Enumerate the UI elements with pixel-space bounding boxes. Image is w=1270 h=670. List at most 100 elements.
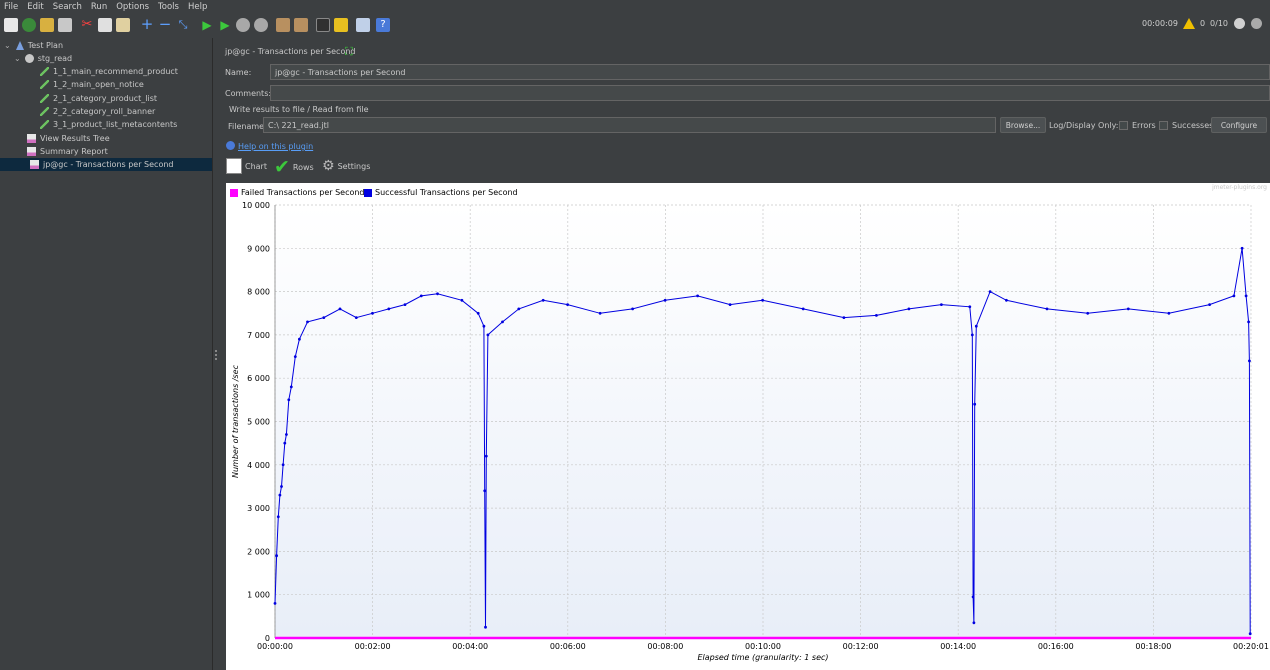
test-plan-tree: ⌄ Test Plan ⌄ stg_read 1_1_main_recommen…: [0, 38, 213, 670]
data-point: [875, 314, 878, 317]
data-point: [970, 333, 974, 337]
y-tick-label: 9 000: [247, 244, 270, 253]
data-point: [1232, 294, 1236, 298]
menu-run[interactable]: Run: [91, 2, 107, 12]
reset-search-icon[interactable]: [334, 18, 348, 32]
plot-svg: 01 0002 0003 0004 0005 0006 0007 0008 00…: [231, 201, 1269, 662]
data-point: [1126, 307, 1130, 311]
x-tick-label: 00:12:00: [843, 642, 879, 651]
menu-edit[interactable]: Edit: [27, 2, 43, 12]
clear-all-icon[interactable]: [294, 18, 308, 32]
shutdown-icon[interactable]: [254, 18, 268, 32]
data-point: [371, 311, 374, 315]
collapse-icon[interactable]: −: [158, 17, 172, 32]
filename-field[interactable]: C:\ 221_read.jtl: [263, 117, 996, 133]
menu-file[interactable]: File: [4, 2, 18, 12]
tps-chart: Failed Transactions per Second Successfu…: [226, 183, 1270, 670]
clear-icon[interactable]: [276, 18, 290, 32]
tree-item-view-results-tree[interactable]: View Results Tree: [27, 132, 110, 145]
info-icon: [226, 141, 235, 150]
tree-item-summary-report[interactable]: Summary Report: [27, 145, 108, 158]
tab-settings[interactable]: ⚙ Settings: [322, 158, 370, 174]
tree-item-sampler-3[interactable]: 2_1_category_product_list: [40, 92, 157, 105]
tree-item-sampler-5[interactable]: 3_1_product_list_metacontents: [40, 118, 177, 131]
start-no-pauses-icon[interactable]: ▶: [218, 18, 232, 32]
data-point: [1167, 311, 1171, 315]
file-section-title: Write results to file / Read from file: [229, 105, 369, 114]
search-binoculars-icon[interactable]: [316, 18, 330, 32]
copy-icon[interactable]: [98, 18, 112, 32]
successes-checkbox[interactable]: [1159, 121, 1168, 130]
menu-help[interactable]: Help: [188, 2, 207, 12]
data-point: [486, 333, 490, 337]
help-icon[interactable]: ?: [376, 18, 390, 32]
thread-group-gear-icon: [24, 54, 34, 63]
errors-checkbox[interactable]: [1119, 121, 1128, 130]
stop-icon[interactable]: [236, 18, 250, 32]
tree-item-sampler-1[interactable]: 1_1_main_recommend_product: [40, 65, 178, 78]
errors-label: Errors: [1132, 121, 1156, 130]
y-tick-label: 4 000: [247, 461, 270, 470]
tree-item-sampler-2[interactable]: 1_2_main_open_notice: [40, 78, 144, 91]
data-point: [501, 320, 504, 324]
x-tick-label: 00:20:01: [1233, 642, 1269, 651]
expand-chevron-icon[interactable]: ⌄: [14, 54, 21, 63]
new-icon[interactable]: [4, 18, 18, 32]
paste-icon[interactable]: [116, 18, 130, 32]
status-area: 00:00:09 0 0/10: [1137, 18, 1262, 29]
function-helper-icon[interactable]: [356, 18, 370, 32]
y-tick-label: 3 000: [247, 504, 270, 513]
tree-item-stg-read[interactable]: ⌄ stg_read: [14, 52, 72, 65]
splitter-grip-icon[interactable]: [215, 350, 220, 360]
expand-chevron-icon[interactable]: ⌄: [4, 41, 11, 50]
data-point: [280, 485, 283, 488]
data-point: [974, 324, 978, 328]
expand-icon[interactable]: +: [140, 17, 154, 32]
y-tick-label: 10 000: [242, 201, 270, 210]
data-point: [278, 493, 282, 497]
menu-options[interactable]: Options: [116, 2, 149, 12]
data-point: [275, 554, 278, 558]
name-field[interactable]: jp@gc - Transactions per Second: [270, 64, 1270, 80]
data-point: [1247, 320, 1250, 324]
cut-icon[interactable]: ✂: [80, 18, 94, 32]
templates-icon[interactable]: [22, 18, 36, 32]
toggle-icon[interactable]: ⤡: [176, 18, 190, 32]
expand-arrows-icon[interactable]: ⛶: [345, 45, 353, 59]
data-point: [1248, 359, 1251, 363]
data-point: [1244, 294, 1248, 298]
test-plan-icon: [15, 41, 24, 50]
warning-count: 0: [1199, 19, 1206, 28]
data-point: [1208, 303, 1211, 306]
warning-icon[interactable]: [1182, 18, 1195, 29]
log-display-label: Log/Display Only:: [1049, 121, 1119, 130]
save-icon[interactable]: [58, 18, 72, 32]
x-tick-label: 00:00:00: [257, 642, 293, 651]
menu-tools[interactable]: Tools: [158, 2, 179, 12]
tab-rows[interactable]: ✔ Rows: [274, 156, 314, 178]
tree-item-test-plan[interactable]: ⌄ Test Plan: [4, 39, 63, 52]
chart-icon: [226, 158, 242, 174]
data-point: [285, 433, 288, 436]
tab-chart[interactable]: Chart: [226, 158, 267, 174]
checkmark-icon: ✔: [274, 156, 290, 178]
tree-item-sampler-4[interactable]: 2_2_category_roll_banner: [40, 105, 155, 118]
comments-field[interactable]: [270, 85, 1270, 101]
x-tick-label: 00:18:00: [1135, 642, 1171, 651]
configure-button[interactable]: Configure: [1211, 117, 1267, 133]
data-point: [306, 320, 309, 324]
tree-item-transactions-per-second[interactable]: jp@gc - Transactions per Second: [0, 158, 212, 171]
sampler-pencil-icon: [40, 94, 49, 103]
data-point: [273, 602, 277, 605]
help-link[interactable]: Help on this plugin: [238, 142, 313, 151]
x-tick-label: 00:08:00: [647, 642, 683, 651]
data-point: [483, 489, 487, 493]
open-icon[interactable]: [40, 18, 54, 32]
data-point: [1240, 246, 1244, 250]
menu-search[interactable]: Search: [53, 2, 82, 12]
remote-icon[interactable]: [1234, 18, 1245, 29]
listener-chart-icon: [30, 160, 39, 169]
y-tick-label: 6 000: [247, 374, 270, 383]
start-icon[interactable]: ▶: [200, 18, 214, 32]
browse-button[interactable]: Browse...: [1000, 117, 1046, 133]
